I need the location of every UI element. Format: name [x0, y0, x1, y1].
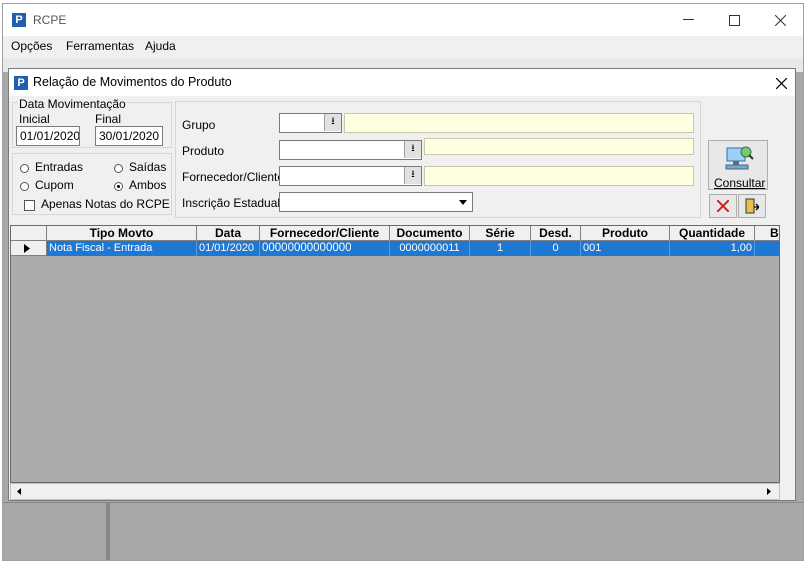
- consultar-label: Consultar: [714, 176, 766, 190]
- background-divider: [106, 502, 110, 560]
- radio-entradas[interactable]: [20, 164, 29, 173]
- minimize-icon: [682, 19, 694, 20]
- menu-ajuda[interactable]: Ajuda: [145, 39, 176, 53]
- menu-ferramentas[interactable]: Ferramentas: [66, 39, 134, 53]
- table-cell[interactable]: 00000000000000: [260, 241, 390, 256]
- app-logo-icon: P: [12, 13, 26, 27]
- column-header[interactable]: Data: [197, 226, 260, 241]
- app-title: RCPE: [33, 13, 67, 27]
- current-row-arrow-icon: [24, 244, 30, 253]
- initial-date-input[interactable]: 01/01/2020: [16, 126, 80, 146]
- row-indicator[interactable]: [11, 241, 47, 256]
- radio-saidas[interactable]: [114, 164, 123, 173]
- date-group-legend: Data Movimentação: [18, 97, 127, 111]
- row-indicator-header: [11, 226, 47, 241]
- movements-dialog: P Relação de Movimentos do Produto Data …: [8, 68, 796, 501]
- column-header[interactable]: Produto: [581, 226, 670, 241]
- column-header[interactable]: Documento: [390, 226, 470, 241]
- column-header[interactable]: Quantidade: [670, 226, 755, 241]
- dialog-logo-icon: P: [14, 76, 28, 90]
- fornecedor-description: [424, 166, 694, 186]
- table-cell[interactable]: 1,00: [670, 241, 755, 256]
- horizontal-scrollbar[interactable]: [10, 483, 780, 500]
- initial-label: Inicial: [19, 112, 50, 126]
- grupo-description: [344, 113, 694, 133]
- close-button[interactable]: [757, 4, 803, 36]
- final-date-input[interactable]: 30/01/2020: [95, 126, 163, 146]
- radio-cupom[interactable]: [20, 182, 29, 191]
- produto-description: [424, 138, 694, 155]
- table-cell[interactable]: 0000000011: [390, 241, 470, 256]
- movements-grid: Tipo Movto Data Fornecedor/Cliente Docum…: [10, 225, 780, 483]
- radio-entradas-label: Entradas: [35, 160, 84, 174]
- minimize-button[interactable]: [665, 4, 711, 36]
- clear-button[interactable]: [709, 194, 737, 218]
- menubar: Opções Ferramentas Ajuda: [3, 36, 803, 58]
- table-cell[interactable]: 0: [531, 241, 581, 256]
- radio-selected-dot: [117, 185, 120, 188]
- maximize-button[interactable]: [711, 4, 757, 36]
- inscricao-label: Inscrição Estadual: [182, 196, 281, 210]
- dialog-titlebar: P Relação de Movimentos do Produto: [9, 69, 795, 96]
- table-cell[interactable]: 01/01/2020: [197, 241, 260, 256]
- dropdown-arrow-icon[interactable]: ⭳: [324, 114, 341, 131]
- menu-opcoes[interactable]: Opções: [11, 39, 52, 53]
- dialog-title: Relação de Movimentos do Produto: [33, 75, 232, 89]
- radio-ambos[interactable]: [114, 182, 123, 191]
- radio-ambos-label: Ambos: [129, 178, 167, 192]
- date-group: Data Movimentação Inicial Final 01/01/20…: [12, 97, 172, 148]
- table-cell[interactable]: [755, 241, 779, 256]
- table-cell[interactable]: Nota Fiscal - Entrada: [47, 241, 197, 256]
- close-icon: [774, 14, 786, 26]
- grupo-label: Grupo: [182, 118, 216, 132]
- scroll-left-icon[interactable]: [13, 486, 24, 497]
- produto-label: Produto: [182, 144, 225, 158]
- maximize-icon: [728, 14, 740, 26]
- main-titlebar: P RCPE: [3, 4, 803, 36]
- exit-door-icon: [745, 198, 759, 214]
- table-cell[interactable]: 1: [470, 241, 531, 256]
- column-header[interactable]: Série: [470, 226, 531, 241]
- scroll-right-icon[interactable]: [763, 486, 774, 497]
- dropdown-arrow-icon[interactable]: ⭳: [404, 141, 421, 158]
- close-icon: [775, 77, 787, 89]
- consultar-button[interactable]: Consultar: [708, 140, 768, 190]
- dialog-close-button[interactable]: [771, 73, 791, 93]
- column-header[interactable]: Fornecedor/Cliente: [260, 226, 390, 241]
- radio-saidas-label: Saídas: [129, 160, 167, 174]
- radio-cupom-label: Cupom: [35, 178, 74, 192]
- dropdown-arrow-icon[interactable]: ⭳: [404, 167, 421, 184]
- grupo-combo[interactable]: ⭳: [279, 113, 342, 133]
- chevron-down-icon[interactable]: [456, 195, 470, 209]
- type-group: Entradas Saídas Cupom Ambos Apenas Notas…: [12, 153, 172, 215]
- fornecedor-label: Fornecedor/Cliente: [182, 170, 285, 184]
- computer-search-icon: [724, 144, 754, 175]
- red-x-icon: [717, 200, 729, 212]
- filters-group: Grupo ⭳ Produto ⭳ Fornecedor/Cliente ⭳ I…: [175, 101, 701, 218]
- column-header[interactable]: B: [755, 226, 779, 241]
- produto-combo[interactable]: ⭳: [279, 140, 422, 160]
- column-header[interactable]: Desd.: [531, 226, 581, 241]
- only-rcpe-label: Apenas Notas do RCPE: [41, 197, 170, 211]
- only-rcpe-checkbox[interactable]: [24, 200, 35, 211]
- final-label: Final: [95, 112, 122, 126]
- inscricao-select[interactable]: [279, 192, 473, 212]
- fornecedor-combo[interactable]: ⭳: [279, 166, 422, 186]
- table-cell[interactable]: 001: [581, 241, 670, 256]
- exit-button[interactable]: [738, 194, 766, 218]
- background-divider-h: [3, 502, 803, 503]
- column-header[interactable]: Tipo Movto: [47, 226, 197, 241]
